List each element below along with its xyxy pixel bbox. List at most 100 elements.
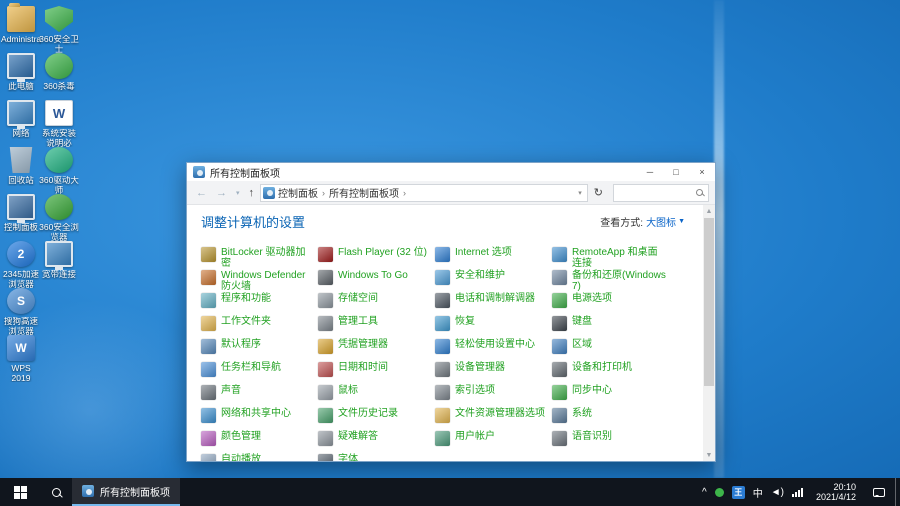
window-icon [193, 166, 205, 178]
defender-firewall-icon [201, 270, 216, 285]
user-folder-icon [7, 6, 35, 32]
control-panel-item[interactable]: 颜色管理 [201, 430, 318, 453]
control-panel-item[interactable]: 用户帐户 [435, 430, 552, 453]
control-panel-item[interactable]: 键盘 [552, 315, 669, 338]
control-panel-item[interactable]: Internet 选项 [435, 246, 552, 269]
control-panel-item[interactable]: 任务栏和导航 [201, 361, 318, 384]
network-icon[interactable] [792, 487, 803, 497]
control-panel-item[interactable]: 自动播放 [201, 453, 318, 461]
control-panel-item-label: 鼠标 [338, 385, 432, 396]
up-icon[interactable]: ↑ [246, 187, 258, 199]
scroll-down-icon[interactable]: ▼ [703, 449, 715, 461]
view-by-selector[interactable]: 大图标 ▼ [646, 214, 685, 229]
control-panel-item[interactable]: 区域 [552, 338, 669, 361]
remoteapp-icon [552, 247, 567, 262]
control-panel-item[interactable]: 轻松使用设置中心 [435, 338, 552, 361]
taskbar-window-button[interactable]: 所有控制面板项 [72, 478, 180, 506]
control-panel-item[interactable]: 设备管理器 [435, 361, 552, 384]
desktop-icon[interactable]: S搜狗高速浏览器 [2, 288, 40, 335]
control-panel-item[interactable]: 索引选项 [435, 384, 552, 407]
taskbar-search-button[interactable] [40, 478, 72, 506]
desktop-icon[interactable]: 控制面板 [2, 194, 40, 241]
address-bar[interactable]: 控制面板›所有控制面板项› ▾ [260, 184, 588, 202]
control-panel-item[interactable]: 安全和维护 [435, 269, 552, 292]
control-panel-item[interactable]: 恢复 [435, 315, 552, 338]
breadcrumb-segment[interactable]: 所有控制面板项 [326, 185, 402, 200]
close-button[interactable]: × [689, 163, 715, 181]
search-input[interactable] [614, 185, 708, 201]
desktop-icon[interactable]: 360驱动大师 [40, 147, 78, 194]
control-panel-item[interactable]: 系统 [552, 407, 669, 430]
control-panel-item[interactable]: Windows Defender 防火墙 [201, 269, 318, 292]
scrollbar[interactable]: ▲ ▼ [703, 205, 715, 461]
control-panel-item[interactable]: 文件资源管理器选项 [435, 407, 552, 430]
desktop-icon[interactable]: 网络 [2, 100, 40, 147]
control-panel-item[interactable]: Flash Player (32 位) [318, 246, 435, 269]
desktop-icon[interactable]: 360安全浏览器 [40, 194, 78, 241]
start-button[interactable] [0, 478, 40, 506]
recovery-icon [435, 316, 450, 331]
control-panel-item[interactable]: 管理工具 [318, 315, 435, 338]
desktop-icon[interactable]: 宽带连接 [40, 241, 78, 288]
refresh-icon[interactable]: ↻ [591, 186, 606, 199]
recent-locations-dropdown-icon[interactable]: ▾ [233, 189, 243, 197]
file-explorer-options-icon [435, 408, 450, 423]
control-panel-item-label: 文件资源管理器选项 [455, 408, 549, 419]
control-panel-item-label: 凭据管理器 [338, 339, 432, 350]
control-panel-item[interactable]: Windows To Go [318, 269, 435, 292]
action-center-button[interactable] [863, 478, 895, 506]
ime-mode-indicator[interactable]: 中 [753, 485, 763, 500]
control-panel-item-label: 索引选项 [455, 385, 549, 396]
file-history-icon [318, 408, 333, 423]
control-panel-item[interactable]: 备份和还原(Windows 7) [552, 269, 669, 292]
desktop-icon[interactable]: 此电脑 [2, 53, 40, 100]
control-panel-item[interactable]: 鼠标 [318, 384, 435, 407]
wang-input-tray-icon[interactable]: 王 [732, 486, 745, 499]
desktop-icon[interactable]: Administrator [2, 6, 40, 53]
scroll-thumb[interactable] [704, 218, 714, 386]
breadcrumb-chevron-icon[interactable]: › [402, 188, 407, 198]
view-by-label: 查看方式: [600, 214, 643, 229]
desktop-icon[interactable]: 22345加速浏览器 [2, 241, 40, 288]
flash-player-icon [318, 247, 333, 262]
maximize-button[interactable]: □ [663, 163, 689, 181]
control-panel-item[interactable]: 网络和共享中心 [201, 407, 318, 430]
control-panel-item[interactable]: RemoteApp 和桌面连接 [552, 246, 669, 269]
desktop-icon[interactable]: 360杀毒 [40, 53, 78, 100]
forward-icon[interactable]: → [213, 187, 230, 199]
control-panel-item[interactable]: 声音 [201, 384, 318, 407]
control-panel-item[interactable]: 疑难解答 [318, 430, 435, 453]
security-tray-icon[interactable] [715, 488, 724, 497]
work-folders-icon [201, 316, 216, 331]
control-panel-item[interactable]: 日期和时间 [318, 361, 435, 384]
scroll-up-icon[interactable]: ▲ [703, 205, 715, 217]
hidden-icons-chevron-icon[interactable]: ^ [702, 487, 707, 498]
desktop-icon[interactable]: 360安全卫士 [40, 6, 78, 53]
desktop-icon[interactable]: W系统安装说明必看.docx [40, 100, 78, 147]
control-panel-item[interactable]: 文件历史记录 [318, 407, 435, 430]
back-icon[interactable]: ← [193, 187, 210, 199]
control-panel-item[interactable]: 默认程序 [201, 338, 318, 361]
control-panel-item[interactable]: 语音识别 [552, 430, 669, 453]
window-titlebar[interactable]: 所有控制面板项 ─ □ × [187, 163, 715, 181]
desktop-icon[interactable]: WWPS 2019 [2, 335, 40, 382]
taskbar-clock[interactable]: 20:10 2021/4/12 [809, 478, 863, 506]
breadcrumb-segment[interactable]: 控制面板 [275, 185, 321, 200]
show-desktop-button[interactable] [895, 478, 900, 506]
control-panel-item[interactable]: 程序和功能 [201, 292, 318, 315]
control-panel-item[interactable]: 字体 [318, 453, 435, 461]
control-panel-item[interactable]: 设备和打印机 [552, 361, 669, 384]
desktop-icon[interactable]: 回收站 [2, 147, 40, 194]
control-panel-item[interactable]: 工作文件夹 [201, 315, 318, 338]
minimize-button[interactable]: ─ [637, 163, 663, 181]
address-dropdown-icon[interactable]: ▾ [575, 189, 585, 197]
control-panel-item[interactable]: BitLocker 驱动器加密 [201, 246, 318, 269]
control-panel-item[interactable]: 电话和调制解调器 [435, 292, 552, 315]
control-panel-item[interactable]: 存储空间 [318, 292, 435, 315]
control-panel-item[interactable]: 电源选项 [552, 292, 669, 315]
search-box[interactable] [613, 184, 709, 202]
system-icon [552, 408, 567, 423]
control-panel-item[interactable]: 同步中心 [552, 384, 669, 407]
volume-icon[interactable]: ◄) [771, 487, 784, 498]
control-panel-item[interactable]: 凭据管理器 [318, 338, 435, 361]
